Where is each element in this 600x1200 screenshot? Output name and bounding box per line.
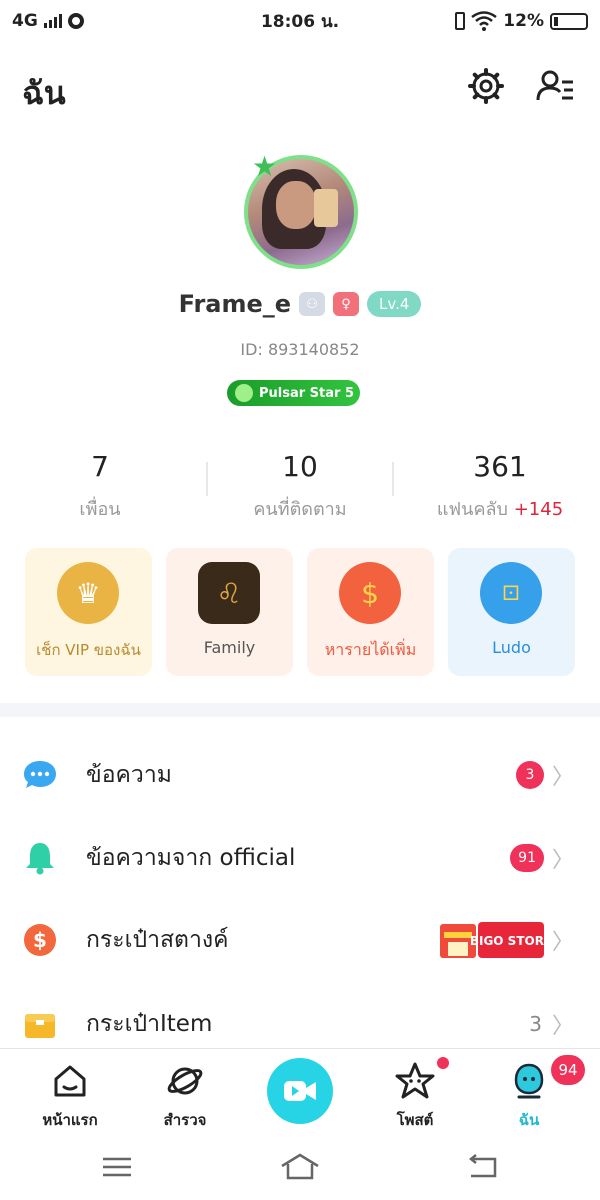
pulsar-badge[interactable]: Pulsar Star 5 (227, 380, 360, 406)
stat-fans-label: แฟนคลับ (436, 499, 508, 520)
menu-wallet[interactable]: $ กระเป๋าสตางค์ BIGO STORE 〉 (0, 898, 600, 982)
stat-fans-value: 361 (473, 450, 527, 483)
battery-percent: 12% (503, 11, 544, 31)
lion-icon: ♌ (198, 562, 260, 624)
card-vip[interactable]: ♛ เช็ก VIP ของฉัน (25, 548, 152, 676)
stat-divider (392, 462, 394, 496)
menu-lines-icon[interactable] (97, 1152, 137, 1182)
username: Frame_e (178, 290, 292, 318)
chevron-right-icon: 〉 (551, 848, 574, 873)
username-row: Frame_e ⚇ ♀ Lv.4 (0, 290, 600, 318)
bigo-store-promo[interactable]: BIGO STORE (440, 920, 544, 960)
home-icon (54, 1065, 86, 1097)
level-badge[interactable]: Lv.4 (367, 291, 422, 317)
card-family-label: Family (203, 638, 256, 657)
status-bar: 4G 18:06 น. 12% (0, 0, 600, 42)
me-notification-badge: 94 (551, 1055, 585, 1085)
chrome-icon (67, 13, 84, 29)
stat-following-value: 10 (282, 450, 318, 483)
post-notification-dot (437, 1057, 449, 1069)
stat-friends-value: 7 (91, 450, 109, 483)
menu-messages-label: ข้อความ (86, 762, 172, 788)
crown-icon: ♛ (57, 562, 119, 624)
menu-messages-badge: 3 (516, 761, 544, 789)
stat-following[interactable]: 10 คนที่ติดตาม (200, 448, 400, 520)
header: ฉัน (0, 60, 600, 120)
go-live-button[interactable] (267, 1058, 333, 1124)
stats-row: 7 เพื่อน 10 คนที่ติดตาม 361 แฟนคลับ +145 (0, 448, 600, 520)
nav-me-label: ฉัน (518, 1111, 540, 1129)
avatar-frame-star-icon: ★ (252, 150, 278, 183)
card-earn-label: หารายได้เพิ่ม (324, 640, 417, 659)
card-ludo-label: Ludo (492, 638, 531, 657)
svg-text:$: $ (33, 928, 47, 952)
stat-friends-label: เพื่อน (79, 499, 121, 520)
ludo-icon: ⚀ (480, 562, 542, 624)
nav-post-label: โพสต์ (396, 1111, 434, 1129)
section-divider (0, 703, 600, 717)
stat-friends[interactable]: 7 เพื่อน (0, 448, 200, 520)
status-time: 18:06 น. (260, 11, 340, 32)
page-title: ฉัน (22, 74, 66, 112)
avatar-face (276, 181, 316, 229)
planet-icon (167, 1067, 203, 1095)
home-button-icon[interactable] (280, 1152, 320, 1182)
system-nav-bar (0, 1136, 600, 1200)
avatar-phone (314, 189, 338, 227)
me-icon (514, 1063, 544, 1099)
nav-home-label: หน้าแรก (42, 1111, 98, 1129)
nav-explore-label: สำรวจ (163, 1111, 207, 1129)
money-bag-icon: $ (339, 562, 401, 624)
bell-icon (26, 843, 54, 875)
user-list-icon[interactable] (535, 66, 575, 106)
status-right: 12% (388, 11, 588, 31)
wifi-icon (471, 11, 498, 31)
gear-icon[interactable] (466, 66, 506, 106)
menu-official-badge: 91 (510, 844, 544, 872)
status-left: 4G (12, 11, 212, 31)
stat-fans-new: +145 (513, 499, 564, 520)
chevron-right-icon: 〉 (551, 930, 574, 955)
card-vip-label: เช็ก VIP ของฉัน (36, 641, 141, 659)
menu-item-bag-count: 3 (529, 1012, 542, 1036)
nav-post[interactable]: โพสต์ (360, 1049, 470, 1137)
menu-wallet-label: กระเป๋าสตางค์ (86, 927, 229, 953)
chevron-right-icon: 〉 (551, 1014, 574, 1039)
menu-official-label: ข้อความจาก official (86, 845, 296, 871)
signal-icon (43, 14, 62, 28)
dollar-coin-icon: $ (24, 924, 56, 956)
network-label: 4G (12, 11, 38, 31)
stat-following-label: คนที่ติดตาม (253, 499, 347, 520)
bigo-store-label: BIGO STORE (470, 934, 544, 948)
chevron-right-icon: 〉 (551, 765, 574, 790)
user-id: ID: 893140852 (240, 340, 360, 359)
video-camera-icon (284, 1081, 316, 1101)
feature-cards: ♛ เช็ก VIP ของฉัน ♌ Family $ หารายได้เพิ… (25, 548, 575, 676)
nav-home[interactable]: หน้าแรก (15, 1049, 125, 1137)
pulsar-star-icon (235, 384, 253, 402)
chat-bubble-icon (24, 761, 56, 788)
card-ludo[interactable]: ⚀ Ludo (448, 548, 575, 676)
card-family[interactable]: ♌ Family (166, 548, 293, 676)
stat-fans-label-row: แฟนคลับ +145 (400, 494, 600, 523)
card-earn[interactable]: $ หารายได้เพิ่ม (307, 548, 434, 676)
battery-icon (550, 12, 588, 30)
menu-item-bag-label: กระเป๋าItem (86, 1011, 213, 1037)
vibrate-icon (455, 12, 466, 30)
item-box-icon (25, 1014, 55, 1038)
nav-explore[interactable]: สำรวจ (130, 1049, 240, 1137)
gender-badge-icon[interactable]: ♀ (333, 292, 360, 316)
menu-messages[interactable]: ข้อความ 3 〉 (0, 733, 600, 817)
back-button-icon[interactable] (463, 1152, 503, 1182)
stat-fans[interactable]: 361 แฟนคลับ +145 (400, 448, 600, 520)
menu-official[interactable]: ข้อความจาก official 91 〉 (0, 816, 600, 900)
star-face-icon (395, 1062, 435, 1099)
verify-user-icon[interactable]: ⚇ (299, 292, 326, 316)
pulsar-badge-label: Pulsar Star 5 (259, 385, 355, 401)
